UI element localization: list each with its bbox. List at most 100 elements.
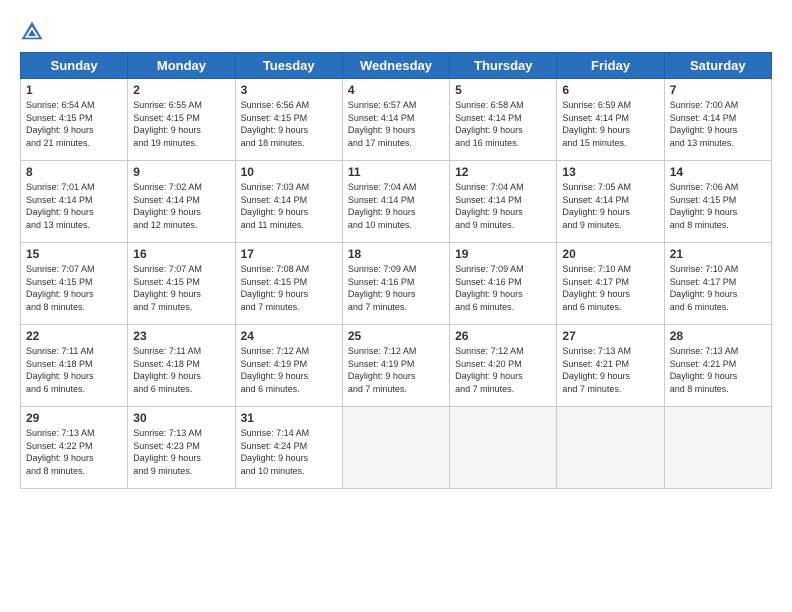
day-number: 26 <box>455 329 551 343</box>
day-number: 15 <box>26 247 122 261</box>
day-number: 13 <box>562 165 658 179</box>
cell-info: Sunrise: 6:56 AMSunset: 4:15 PMDaylight:… <box>241 100 310 148</box>
day-number: 16 <box>133 247 229 261</box>
cell-info: Sunrise: 7:04 AMSunset: 4:14 PMDaylight:… <box>455 182 524 230</box>
cell-info: Sunrise: 7:04 AMSunset: 4:14 PMDaylight:… <box>348 182 417 230</box>
cell-info: Sunrise: 7:03 AMSunset: 4:14 PMDaylight:… <box>241 182 310 230</box>
day-number: 23 <box>133 329 229 343</box>
cell-info: Sunrise: 7:12 AMSunset: 4:19 PMDaylight:… <box>241 346 310 394</box>
logo-icon <box>20 20 44 44</box>
day-number: 11 <box>348 165 444 179</box>
cell-info: Sunrise: 7:14 AMSunset: 4:24 PMDaylight:… <box>241 428 310 476</box>
calendar-cell: 28 Sunrise: 7:13 AMSunset: 4:21 PMDaylig… <box>664 325 771 407</box>
calendar-cell <box>557 407 664 489</box>
calendar-cell: 14 Sunrise: 7:06 AMSunset: 4:15 PMDaylig… <box>664 161 771 243</box>
calendar-cell: 16 Sunrise: 7:07 AMSunset: 4:15 PMDaylig… <box>128 243 235 325</box>
calendar-cell: 24 Sunrise: 7:12 AMSunset: 4:19 PMDaylig… <box>235 325 342 407</box>
calendar-cell: 15 Sunrise: 7:07 AMSunset: 4:15 PMDaylig… <box>21 243 128 325</box>
cell-info: Sunrise: 7:06 AMSunset: 4:15 PMDaylight:… <box>670 182 739 230</box>
cell-info: Sunrise: 7:13 AMSunset: 4:21 PMDaylight:… <box>670 346 739 394</box>
cell-info: Sunrise: 6:59 AMSunset: 4:14 PMDaylight:… <box>562 100 631 148</box>
calendar-cell: 20 Sunrise: 7:10 AMSunset: 4:17 PMDaylig… <box>557 243 664 325</box>
cell-info: Sunrise: 7:01 AMSunset: 4:14 PMDaylight:… <box>26 182 95 230</box>
calendar-cell: 25 Sunrise: 7:12 AMSunset: 4:19 PMDaylig… <box>342 325 449 407</box>
calendar-body: 1 Sunrise: 6:54 AMSunset: 4:15 PMDayligh… <box>21 79 772 489</box>
day-number: 29 <box>26 411 122 425</box>
cell-info: Sunrise: 7:11 AMSunset: 4:18 PMDaylight:… <box>26 346 94 394</box>
calendar-cell: 2 Sunrise: 6:55 AMSunset: 4:15 PMDayligh… <box>128 79 235 161</box>
cell-info: Sunrise: 7:10 AMSunset: 4:17 PMDaylight:… <box>670 264 739 312</box>
day-number: 10 <box>241 165 337 179</box>
day-number: 3 <box>241 83 337 97</box>
weekday-header-row: SundayMondayTuesdayWednesdayThursdayFrid… <box>21 53 772 79</box>
weekday-header: Saturday <box>664 53 771 79</box>
page: SundayMondayTuesdayWednesdayThursdayFrid… <box>0 0 792 612</box>
day-number: 30 <box>133 411 229 425</box>
day-number: 17 <box>241 247 337 261</box>
cell-info: Sunrise: 7:02 AMSunset: 4:14 PMDaylight:… <box>133 182 202 230</box>
day-number: 2 <box>133 83 229 97</box>
calendar-cell <box>342 407 449 489</box>
calendar-cell: 31 Sunrise: 7:14 AMSunset: 4:24 PMDaylig… <box>235 407 342 489</box>
weekday-header: Sunday <box>21 53 128 79</box>
cell-info: Sunrise: 7:09 AMSunset: 4:16 PMDaylight:… <box>348 264 417 312</box>
day-number: 14 <box>670 165 766 179</box>
day-number: 19 <box>455 247 551 261</box>
calendar-cell: 1 Sunrise: 6:54 AMSunset: 4:15 PMDayligh… <box>21 79 128 161</box>
calendar-cell: 18 Sunrise: 7:09 AMSunset: 4:16 PMDaylig… <box>342 243 449 325</box>
weekday-header: Monday <box>128 53 235 79</box>
calendar-cell: 3 Sunrise: 6:56 AMSunset: 4:15 PMDayligh… <box>235 79 342 161</box>
day-number: 7 <box>670 83 766 97</box>
day-number: 4 <box>348 83 444 97</box>
calendar-table: SundayMondayTuesdayWednesdayThursdayFrid… <box>20 52 772 489</box>
calendar-cell <box>664 407 771 489</box>
day-number: 20 <box>562 247 658 261</box>
cell-info: Sunrise: 7:07 AMSunset: 4:15 PMDaylight:… <box>26 264 95 312</box>
calendar-cell: 29 Sunrise: 7:13 AMSunset: 4:22 PMDaylig… <box>21 407 128 489</box>
cell-info: Sunrise: 7:13 AMSunset: 4:23 PMDaylight:… <box>133 428 202 476</box>
cell-info: Sunrise: 6:55 AMSunset: 4:15 PMDaylight:… <box>133 100 202 148</box>
calendar-cell: 5 Sunrise: 6:58 AMSunset: 4:14 PMDayligh… <box>450 79 557 161</box>
cell-info: Sunrise: 7:12 AMSunset: 4:19 PMDaylight:… <box>348 346 417 394</box>
day-number: 9 <box>133 165 229 179</box>
cell-info: Sunrise: 7:09 AMSunset: 4:16 PMDaylight:… <box>455 264 524 312</box>
calendar-cell: 19 Sunrise: 7:09 AMSunset: 4:16 PMDaylig… <box>450 243 557 325</box>
cell-info: Sunrise: 7:12 AMSunset: 4:20 PMDaylight:… <box>455 346 524 394</box>
cell-info: Sunrise: 7:07 AMSunset: 4:15 PMDaylight:… <box>133 264 202 312</box>
weekday-header: Wednesday <box>342 53 449 79</box>
cell-info: Sunrise: 6:54 AMSunset: 4:15 PMDaylight:… <box>26 100 95 148</box>
cell-info: Sunrise: 7:13 AMSunset: 4:21 PMDaylight:… <box>562 346 631 394</box>
cell-info: Sunrise: 7:10 AMSunset: 4:17 PMDaylight:… <box>562 264 631 312</box>
day-number: 8 <box>26 165 122 179</box>
calendar-cell: 11 Sunrise: 7:04 AMSunset: 4:14 PMDaylig… <box>342 161 449 243</box>
calendar-cell: 22 Sunrise: 7:11 AMSunset: 4:18 PMDaylig… <box>21 325 128 407</box>
logo <box>20 20 48 44</box>
cell-info: Sunrise: 7:05 AMSunset: 4:14 PMDaylight:… <box>562 182 631 230</box>
calendar-cell: 27 Sunrise: 7:13 AMSunset: 4:21 PMDaylig… <box>557 325 664 407</box>
calendar-week-row: 29 Sunrise: 7:13 AMSunset: 4:22 PMDaylig… <box>21 407 772 489</box>
calendar-cell: 26 Sunrise: 7:12 AMSunset: 4:20 PMDaylig… <box>450 325 557 407</box>
day-number: 12 <box>455 165 551 179</box>
calendar-cell <box>450 407 557 489</box>
weekday-header: Tuesday <box>235 53 342 79</box>
day-number: 27 <box>562 329 658 343</box>
calendar-cell: 9 Sunrise: 7:02 AMSunset: 4:14 PMDayligh… <box>128 161 235 243</box>
cell-info: Sunrise: 7:08 AMSunset: 4:15 PMDaylight:… <box>241 264 310 312</box>
calendar-cell: 7 Sunrise: 7:00 AMSunset: 4:14 PMDayligh… <box>664 79 771 161</box>
calendar-cell: 8 Sunrise: 7:01 AMSunset: 4:14 PMDayligh… <box>21 161 128 243</box>
calendar-week-row: 22 Sunrise: 7:11 AMSunset: 4:18 PMDaylig… <box>21 325 772 407</box>
day-number: 31 <box>241 411 337 425</box>
calendar-cell: 17 Sunrise: 7:08 AMSunset: 4:15 PMDaylig… <box>235 243 342 325</box>
calendar-cell: 12 Sunrise: 7:04 AMSunset: 4:14 PMDaylig… <box>450 161 557 243</box>
cell-info: Sunrise: 7:00 AMSunset: 4:14 PMDaylight:… <box>670 100 739 148</box>
calendar-week-row: 15 Sunrise: 7:07 AMSunset: 4:15 PMDaylig… <box>21 243 772 325</box>
calendar-cell: 21 Sunrise: 7:10 AMSunset: 4:17 PMDaylig… <box>664 243 771 325</box>
day-number: 28 <box>670 329 766 343</box>
day-number: 24 <box>241 329 337 343</box>
cell-info: Sunrise: 6:58 AMSunset: 4:14 PMDaylight:… <box>455 100 524 148</box>
cell-info: Sunrise: 7:11 AMSunset: 4:18 PMDaylight:… <box>133 346 201 394</box>
cell-info: Sunrise: 7:13 AMSunset: 4:22 PMDaylight:… <box>26 428 95 476</box>
cell-info: Sunrise: 6:57 AMSunset: 4:14 PMDaylight:… <box>348 100 417 148</box>
day-number: 6 <box>562 83 658 97</box>
calendar-cell: 4 Sunrise: 6:57 AMSunset: 4:14 PMDayligh… <box>342 79 449 161</box>
